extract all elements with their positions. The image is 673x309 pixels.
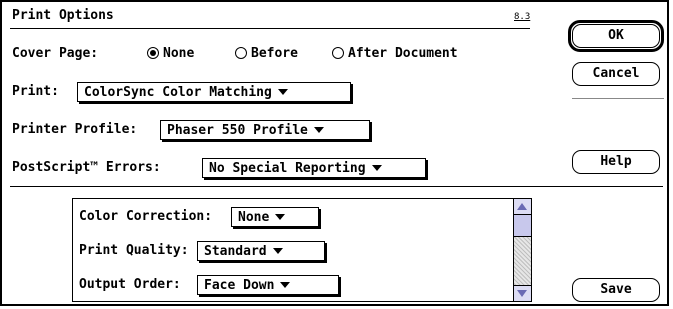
dialog-title: Print Options (12, 8, 114, 23)
triangle-down-icon (280, 281, 291, 288)
triangle-down-icon (371, 164, 382, 171)
cover-page-label: Cover Page: (12, 46, 99, 61)
printer-profile-label: Printer Profile: (12, 122, 138, 137)
help-button[interactable]: Help (572, 150, 660, 174)
scroll-thumb[interactable] (514, 215, 531, 237)
output-order-value: Face Down (204, 278, 275, 293)
print-label: Print: (12, 84, 59, 99)
printer-profile-popup[interactable]: Phaser 550 Profile (160, 120, 370, 140)
radio-selected-icon (147, 46, 159, 59)
list-item-label: Color Correction: (79, 209, 213, 224)
save-button[interactable]: Save (572, 278, 660, 302)
print-popup[interactable]: ColorSync Color Matching (77, 82, 351, 102)
radio-unselected-icon (235, 46, 247, 59)
options-list[interactable]: Color Correction: None Print Quality: St… (72, 198, 532, 302)
cover-before-label: Before (251, 46, 298, 61)
title-divider (10, 28, 530, 29)
cancel-button[interactable]: Cancel (572, 62, 660, 86)
print-options-dialog: Print Options 8.3 Cover Page: None Befor… (0, 0, 669, 306)
cover-after-label: After Document (348, 46, 458, 61)
color-correction-popup[interactable]: None (231, 207, 319, 227)
cover-before-radio[interactable]: Before (235, 46, 298, 61)
ok-button[interactable]: OK (572, 24, 660, 48)
print-popup-value: ColorSync Color Matching (84, 85, 272, 100)
postscript-errors-popup[interactable]: No Special Reporting (202, 158, 426, 178)
triangle-down-icon (275, 213, 286, 220)
triangle-down-icon (272, 247, 283, 254)
color-correction-value: None (238, 210, 270, 225)
version-label: 8.3 (514, 12, 531, 22)
postscript-errors-value: No Special Reporting (209, 161, 366, 176)
print-quality-popup[interactable]: Standard (197, 241, 325, 261)
cover-none-label: None (163, 46, 195, 61)
list-item-label: Output Order: (79, 277, 181, 292)
scroll-down-arrow-icon[interactable] (514, 285, 531, 301)
cover-none-radio[interactable]: None (147, 46, 194, 61)
list-item-label: Print Quality: (79, 243, 189, 258)
triangle-down-icon (277, 88, 288, 95)
output-order-popup[interactable]: Face Down (197, 275, 339, 295)
list-scrollbar[interactable] (513, 199, 531, 301)
section-divider (10, 186, 663, 187)
postscript-errors-label: PostScript™ Errors: (12, 160, 161, 175)
scroll-up-arrow-icon[interactable] (514, 199, 531, 215)
radio-unselected-icon (332, 46, 344, 59)
button-divider (572, 98, 664, 99)
print-quality-value: Standard (204, 244, 267, 259)
triangle-down-icon (313, 126, 324, 133)
cover-after-radio[interactable]: After Document (332, 46, 458, 61)
printer-profile-value: Phaser 550 Profile (167, 123, 308, 138)
